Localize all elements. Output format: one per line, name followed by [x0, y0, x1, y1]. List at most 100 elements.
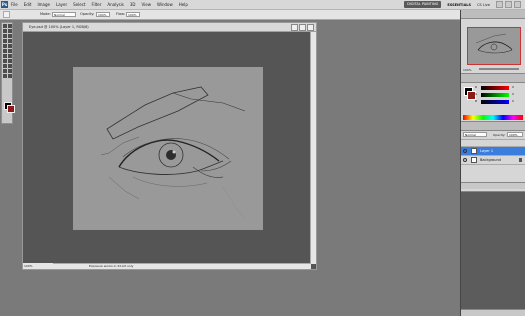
- pen-tool-icon[interactable]: [3, 59, 7, 63]
- crop-tool-icon[interactable]: [3, 34, 7, 38]
- menu-view[interactable]: View: [142, 0, 152, 9]
- document-titlebar[interactable]: Eye.psd @ 100% (Layer 1, RGB/8): [23, 23, 316, 32]
- document-status-text: Exposure works in 32-bit only: [89, 264, 134, 268]
- window-controls: [496, 1, 521, 8]
- horizontal-scrollbar[interactable]: Exposure works in 32-bit only: [53, 263, 311, 269]
- marquee-tool-icon[interactable]: [8, 24, 12, 28]
- background-color-swatch[interactable]: [7, 105, 15, 113]
- doc-minimize-icon[interactable]: [291, 24, 298, 31]
- mode-select[interactable]: Normal: [52, 12, 76, 17]
- menu-items: File Edit Image Layer Select Filter Anal…: [11, 0, 188, 9]
- menu-help[interactable]: Help: [179, 0, 188, 9]
- history-brush-tool-icon[interactable]: [8, 44, 12, 48]
- red-value[interactable]: 0: [512, 85, 514, 89]
- healing-tool-icon[interactable]: [3, 39, 7, 43]
- lasso-tool-icon[interactable]: [3, 29, 7, 33]
- green-value[interactable]: 0: [512, 92, 514, 96]
- quick-select-tool-icon[interactable]: [8, 29, 12, 33]
- dock-footer: [461, 309, 525, 316]
- app-logo[interactable]: Ps: [1, 1, 8, 8]
- layer-name: Layer 1: [480, 149, 494, 153]
- panel-dock: NAVIGATOR 100% COLOR SWATCHES R 0 G 0 B …: [460, 10, 525, 316]
- document-window-controls: [291, 24, 314, 31]
- cs-live-button[interactable]: CS Live: [477, 3, 490, 7]
- blue-slider[interactable]: [481, 100, 509, 104]
- minimize-icon[interactable]: [496, 1, 503, 8]
- opacity-label: Opacity:: [80, 12, 95, 16]
- eraser-tool-icon[interactable]: [3, 49, 7, 53]
- shape-tool-icon[interactable]: [8, 64, 12, 68]
- doc-maximize-icon[interactable]: [299, 24, 306, 31]
- layer-thumbnail: [471, 148, 477, 154]
- red-slider[interactable]: [481, 86, 509, 90]
- type-tool-icon[interactable]: [8, 59, 12, 63]
- navigator-zoom[interactable]: 100%: [463, 68, 472, 72]
- maximize-icon[interactable]: [505, 1, 512, 8]
- layer-opacity-field[interactable]: 100%: [507, 132, 523, 137]
- move-tool-icon[interactable]: [3, 24, 7, 28]
- menu-edit[interactable]: Edit: [24, 0, 32, 9]
- layers-lock-row: [461, 140, 525, 147]
- menu-bar: Ps File Edit Image Layer Select Filter A…: [0, 0, 525, 10]
- menu-analysis[interactable]: Analysis: [107, 0, 123, 9]
- layers-options: Normal Opacity: 100%: [461, 131, 525, 140]
- menu-file[interactable]: File: [11, 0, 18, 9]
- close-icon[interactable]: [514, 1, 521, 8]
- color-tab[interactable]: COLOR SWATCHES: [461, 74, 525, 90]
- flow-label: Flow:: [116, 12, 125, 16]
- dodge-tool-icon[interactable]: [8, 54, 12, 58]
- layers-tab[interactable]: LAYERS: [461, 122, 525, 138]
- layer-row[interactable]: Background: [461, 156, 525, 165]
- workspace-digital-painting-button[interactable]: DIGITAL PAINTING: [404, 1, 442, 8]
- red-label: R: [475, 85, 478, 89]
- navigator-preview: [475, 33, 513, 54]
- gradient-tool-icon[interactable]: [8, 49, 12, 53]
- layers-panel-footer: [461, 182, 525, 189]
- green-label: G: [475, 92, 478, 96]
- navigator-tab[interactable]: NAVIGATOR: [461, 10, 525, 26]
- dock-empty-area: [461, 225, 525, 316]
- zoom-level[interactable]: 100%: [24, 263, 33, 269]
- document-title: Eye.psd @ 100% (Layer 1, RGB/8): [29, 25, 89, 29]
- blur-tool-icon[interactable]: [3, 54, 7, 58]
- doc-close-icon[interactable]: [307, 24, 314, 31]
- zoom-status: 100%: [23, 263, 53, 269]
- eye-icon[interactable]: [463, 149, 467, 153]
- tools-panel: [1, 22, 15, 124]
- workspace-switcher: DIGITAL PAINTING ESSENTIALS CS Live: [404, 0, 521, 9]
- green-slider[interactable]: [481, 93, 509, 97]
- menu-filter[interactable]: Filter: [91, 0, 101, 9]
- brush-icon[interactable]: [3, 11, 10, 18]
- menu-layer[interactable]: Layer: [56, 0, 67, 9]
- hand-tool-icon[interactable]: [3, 74, 7, 78]
- 3d-orbit-tool-icon[interactable]: [8, 69, 12, 73]
- navigator-zoom-slider[interactable]: [479, 68, 519, 70]
- layer-thumbnail: [471, 157, 477, 163]
- blend-mode-select[interactable]: Normal: [463, 132, 487, 137]
- menu-3d[interactable]: 3D: [130, 0, 136, 9]
- canvas-area[interactable]: [24, 32, 311, 264]
- menu-window[interactable]: Window: [157, 0, 173, 9]
- menu-image[interactable]: Image: [37, 0, 50, 9]
- path-select-tool-icon[interactable]: [3, 64, 7, 68]
- eye-icon[interactable]: [463, 158, 467, 162]
- document-window: Eye.psd @ 100% (Layer 1, RGB/8) 100% Exp…: [22, 22, 317, 270]
- eyedropper-tool-icon[interactable]: [8, 34, 12, 38]
- layer-name: Background: [480, 158, 501, 162]
- lock-icon: [519, 158, 522, 162]
- layer-row[interactable]: Layer 1: [461, 147, 525, 156]
- opacity-field[interactable]: 100%: [96, 12, 110, 17]
- menu-select[interactable]: Select: [73, 0, 85, 9]
- vertical-scrollbar[interactable]: [310, 32, 316, 264]
- canvas[interactable]: [73, 67, 263, 230]
- mode-label: Mode:: [40, 12, 51, 16]
- color-spectrum[interactable]: [463, 115, 523, 120]
- flow-field[interactable]: 100%: [126, 12, 140, 17]
- blue-value[interactable]: 0: [512, 99, 514, 103]
- workspace-essentials-button[interactable]: ESSENTIALS: [447, 3, 471, 7]
- navigator-thumbnail[interactable]: [467, 27, 521, 65]
- 3d-rotate-tool-icon[interactable]: [3, 69, 7, 73]
- clone-stamp-tool-icon[interactable]: [3, 44, 7, 48]
- zoom-tool-icon[interactable]: [8, 74, 12, 78]
- brush-tool-icon[interactable]: [8, 39, 12, 43]
